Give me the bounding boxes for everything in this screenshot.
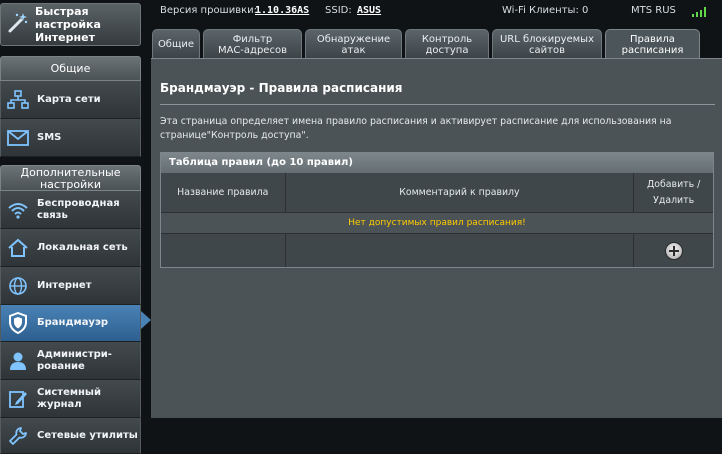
sidebar-item-label: Интернет bbox=[37, 279, 92, 291]
wrench-icon bbox=[7, 425, 29, 447]
sidebar-item-label: Карта сети bbox=[37, 93, 101, 105]
firmware-label: Версия прошивки: bbox=[160, 5, 258, 16]
column-header-rule-comment: Комментарий к правилу bbox=[286, 173, 635, 212]
sidebar-item-firewall[interactable]: Брандмауэр bbox=[0, 305, 141, 342]
rules-table-title: Таблица правил (до 10 правил) bbox=[161, 153, 713, 173]
tab-general[interactable]: Общие bbox=[152, 29, 200, 59]
sidebar-item-wireless[interactable]: Беспроводная связь bbox=[0, 191, 141, 229]
quick-setup-label: Быстрая настройка Интернет bbox=[35, 5, 101, 44]
section-header-advanced: Дополнительные настройки bbox=[0, 165, 141, 191]
sidebar-item-network-tools[interactable]: Сетевые утилиты bbox=[0, 418, 141, 454]
column-header-add-delete: Добавить / Удалить bbox=[646, 178, 701, 206]
ssid-label: SSID: bbox=[325, 5, 352, 16]
signal-bars-icon bbox=[692, 7, 708, 17]
sidebar-item-sms[interactable]: SMS bbox=[0, 119, 141, 157]
page-description: Эта страница определяет имена правило ра… bbox=[160, 116, 672, 141]
empty-table-message: Нет допустимых правил расписания! bbox=[161, 212, 713, 234]
title-divider bbox=[160, 104, 715, 105]
tab-attack-detection[interactable]: Обнаружение атак bbox=[305, 29, 402, 59]
plus-circle-icon[interactable] bbox=[664, 241, 683, 260]
user-icon bbox=[7, 350, 29, 372]
rules-table: Таблица правил (до 10 правил) Название п… bbox=[160, 152, 714, 268]
firmware-version-link[interactable]: 1.10.36AS bbox=[255, 5, 309, 16]
globe-icon bbox=[7, 275, 29, 297]
operator-name: MTS RUS bbox=[631, 5, 676, 16]
wireless-icon bbox=[7, 199, 29, 221]
log-edit-icon bbox=[7, 388, 29, 410]
tab-schedule-rules[interactable]: Правила расписания bbox=[605, 29, 700, 60]
sidebar-item-label: Системный журнал bbox=[37, 386, 101, 410]
column-header-rule-name: Название правила bbox=[161, 173, 286, 212]
network-map-icon bbox=[7, 89, 29, 111]
sidebar-item-lan[interactable]: Локальная сеть bbox=[0, 229, 141, 267]
sidebar-item-label: Локальная сеть bbox=[37, 241, 128, 253]
sidebar-item-label: SMS bbox=[37, 131, 62, 143]
shield-icon bbox=[7, 312, 29, 334]
quick-setup-button[interactable]: Быстрая настройка Интернет bbox=[0, 3, 141, 46]
rule-name-cell bbox=[161, 234, 286, 267]
sidebar-item-administration[interactable]: Администри- рование bbox=[0, 342, 141, 380]
tab-mac-filter[interactable]: Фильтр MAC-адресов bbox=[203, 29, 302, 59]
table-input-row bbox=[161, 234, 713, 267]
home-icon bbox=[7, 237, 29, 259]
rule-comment-cell bbox=[286, 234, 635, 267]
sidebar-item-label: Администри- рование bbox=[37, 348, 112, 372]
wifi-clients-count: Wi-Fi Клиенты: 0 bbox=[502, 5, 589, 16]
active-indicator-arrow bbox=[141, 311, 151, 329]
sidebar-item-label: Беспроводная связь bbox=[37, 197, 120, 221]
sidebar-item-system-log[interactable]: Системный журнал bbox=[0, 380, 141, 418]
status-bar: Версия прошивки: 1.10.36AS SSID: ASUS Wi… bbox=[160, 5, 712, 19]
main-panel: Брандмауэр - Правила расписания Эта стра… bbox=[151, 58, 722, 418]
page-title: Брандмауэр - Правила расписания bbox=[160, 81, 403, 95]
sidebar-item-label: Брандмауэр bbox=[37, 317, 109, 328]
section-header-general: Общие bbox=[0, 56, 141, 81]
tab-url-blocking[interactable]: URL блокируемых сайтов bbox=[492, 29, 602, 59]
sidebar-item-network-map[interactable]: Карта сети bbox=[0, 81, 141, 119]
ssid-link[interactable]: ASUS bbox=[357, 5, 381, 16]
sidebar-item-internet[interactable]: Интернет bbox=[0, 267, 141, 305]
tab-access-control[interactable]: Контроль доступа bbox=[405, 29, 489, 59]
add-cell bbox=[634, 234, 713, 267]
sidebar-item-label: Сетевые утилиты bbox=[37, 429, 138, 441]
magic-wand-icon bbox=[7, 12, 29, 37]
envelope-icon bbox=[7, 127, 29, 149]
table-header-row: Название правила Комментарий к правилу Д… bbox=[161, 173, 713, 212]
